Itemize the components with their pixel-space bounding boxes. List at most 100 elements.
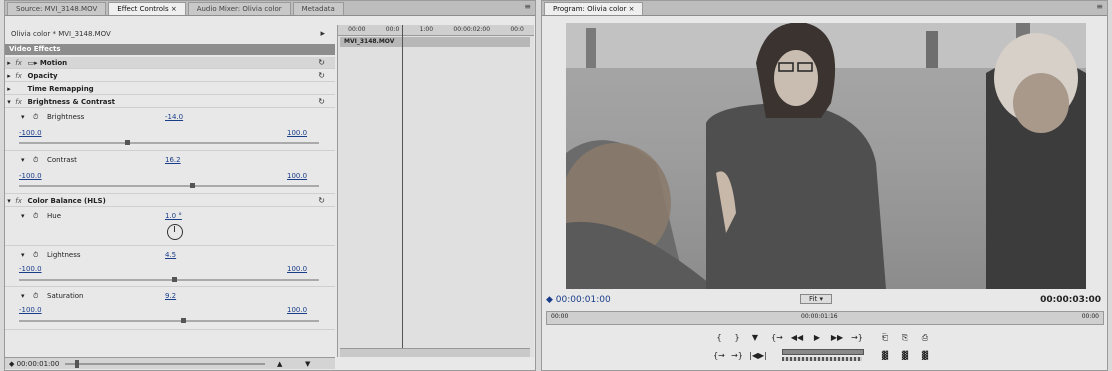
output-icon[interactable]: ▓	[898, 351, 912, 360]
stopwatch-icon[interactable]: ⏱	[33, 113, 38, 122]
stopwatch-icon[interactable]: ⏱	[33, 212, 38, 221]
stopwatch-icon[interactable]: ⏱	[33, 292, 38, 301]
show-timeline-icon[interactable]: ▸	[320, 25, 325, 43]
collapse-triangle-icon[interactable]: ▾	[21, 113, 25, 121]
fx-toggle-icon[interactable]: fx	[15, 70, 25, 82]
collapse-triangle-icon[interactable]: ▾	[21, 156, 25, 164]
effect-name: Color Balance (HLS)	[27, 197, 106, 205]
ruler-label: 00:0	[510, 26, 524, 33]
param-value[interactable]: -14.0	[165, 113, 183, 121]
fit-dropdown[interactable]: Fit ▾	[800, 294, 832, 304]
collapse-triangle-icon[interactable]: ▾	[5, 96, 13, 108]
ruler-label: 1:00	[419, 26, 434, 33]
footer-timecode[interactable]: ◆ 00:00:01:00	[9, 360, 59, 368]
ruler-label: 00:00	[348, 26, 366, 33]
clip-header: Olivia color * MVI_3148.MOV ▸	[5, 25, 335, 43]
tab-program[interactable]: Program: Olivia color ×	[544, 2, 644, 15]
zoom-handle[interactable]	[75, 360, 79, 368]
program-video-frame[interactable]	[566, 23, 1086, 289]
loop-icon[interactable]: →}	[730, 351, 744, 360]
effect-name: Motion	[39, 59, 68, 67]
step-forward-icon[interactable]: ▶▶	[830, 333, 844, 342]
effect-row-motion[interactable]: ▸ fx ▭▸ Motion ↻	[5, 57, 335, 69]
playhead[interactable]	[402, 25, 403, 357]
brightness-slider[interactable]	[19, 140, 319, 145]
stopwatch-icon[interactable]: ⏱	[33, 251, 38, 260]
collapse-triangle-icon[interactable]: ▾	[21, 292, 25, 300]
param-value[interactable]: 9.2	[165, 292, 176, 300]
tab-source[interactable]: Source: MVI_3148.MOV	[7, 2, 107, 15]
trim-monitor-icon[interactable]: ▓	[878, 351, 892, 360]
expand-triangle-icon[interactable]: ▸	[5, 57, 13, 69]
reset-icon[interactable]: ↻	[318, 70, 325, 82]
stopwatch-icon[interactable]: ⏱	[33, 156, 38, 165]
reset-icon[interactable]: ↻	[318, 57, 325, 69]
duration-timecode: 00:00:03:00	[1040, 295, 1101, 305]
slider-knob[interactable]	[172, 277, 177, 282]
contrast-slider[interactable]	[19, 183, 319, 188]
safe-margins-icon[interactable]: |◀▶|	[748, 351, 768, 360]
current-timecode[interactable]: ◆ 00:00:01:00	[546, 295, 611, 305]
fx-toggle-icon[interactable]: fx	[15, 96, 25, 108]
slider-knob[interactable]	[181, 318, 186, 323]
set-marker-icon[interactable]: ▼	[748, 333, 762, 342]
dial-needle	[174, 226, 175, 232]
extract-icon[interactable]: ⎘	[898, 333, 912, 343]
tab-audio-mixer[interactable]: Audio Mixer: Olivia color	[187, 2, 291, 15]
step-back-icon[interactable]: ◀◀	[790, 333, 804, 342]
param-value[interactable]: 4.5	[165, 251, 176, 259]
jog-wheel[interactable]	[782, 357, 862, 361]
tab-metadata[interactable]: Metadata	[292, 2, 344, 15]
timeline-ruler[interactable]: 00:00 00:0 1:00 00:00:02:00 00:0	[338, 25, 534, 36]
program-monitor-panel: Program: Olivia color × ≡ ◆ 00:00:01:00 …	[541, 0, 1108, 371]
video-still	[566, 23, 1086, 289]
go-to-out-icon[interactable]: →}	[850, 333, 864, 342]
settings-icon[interactable]: ▓	[918, 351, 932, 360]
timeline-scrollbar[interactable]	[340, 348, 530, 357]
video-effects-header: Video Effects	[5, 44, 335, 55]
collapse-triangle-icon[interactable]: ▾	[21, 251, 25, 259]
effect-row-color-balance[interactable]: ▾ fx Color Balance (HLS) ↻	[5, 195, 335, 207]
slider-max: 100.0	[287, 172, 308, 180]
timeline-clip[interactable]: MVI_3148.MOV	[340, 37, 530, 47]
mark-in-icon[interactable]: {	[712, 333, 726, 342]
param-value[interactable]: 1.0 °	[165, 212, 182, 220]
fx-toggle-icon[interactable]: fx	[15, 195, 25, 207]
panel-menu-icon[interactable]: ≡	[524, 2, 531, 11]
fx-toggle-icon[interactable]: fx	[15, 57, 25, 69]
param-value[interactable]: 16.2	[165, 156, 181, 164]
param-hue: ▾ ⏱ Hue 1.0 °	[5, 208, 335, 246]
expand-triangle-icon[interactable]: ▸	[5, 83, 13, 95]
filter-icon[interactable]: ▼	[305, 358, 310, 370]
play-icon[interactable]: ▶	[810, 333, 824, 342]
slider-knob[interactable]	[125, 140, 130, 145]
export-frame-icon[interactable]: ⎙	[918, 333, 932, 343]
collapse-triangle-icon[interactable]: ▾	[21, 212, 25, 220]
play-in-to-out-icon[interactable]: {→	[712, 351, 726, 360]
effect-row-brightness-contrast[interactable]: ▾ fx Brightness & Contrast ↻	[5, 96, 335, 108]
saturation-slider[interactable]	[19, 318, 319, 323]
zoom-slider[interactable]	[65, 360, 265, 368]
monitor-time-ruler[interactable]: 00:00 00:00:01:16 00:00	[546, 311, 1104, 325]
reset-icon[interactable]: ↻	[318, 96, 325, 108]
panel-menu-icon[interactable]: ≡	[1096, 2, 1103, 11]
panel-tabs: Source: MVI_3148.MOV Effect Controls × A…	[5, 1, 535, 16]
effect-row-opacity[interactable]: ▸ fx Opacity ↻	[5, 70, 335, 82]
tab-effect-controls[interactable]: Effect Controls ×	[108, 2, 186, 15]
slider-min: -100.0	[19, 129, 42, 137]
effect-timeline[interactable]: 00:00 00:0 1:00 00:00:02:00 00:0 MVI_314…	[337, 25, 534, 357]
hue-dial[interactable]	[167, 224, 183, 240]
reset-icon[interactable]: ↻	[318, 195, 325, 207]
shuttle-slider[interactable]	[782, 349, 864, 355]
effect-row-time-remapping[interactable]: ▸ Time Remapping	[5, 83, 335, 95]
mark-out-icon[interactable]: }	[730, 333, 744, 342]
zoom-in-icon[interactable]: ▲	[277, 358, 282, 370]
lift-icon[interactable]: ⎗	[878, 333, 892, 343]
slider-knob[interactable]	[190, 183, 195, 188]
slider-min: -100.0	[19, 265, 42, 273]
expand-triangle-icon[interactable]: ▸	[5, 70, 13, 82]
go-to-in-icon[interactable]: {→	[770, 333, 784, 342]
collapse-triangle-icon[interactable]: ▾	[5, 195, 13, 207]
effect-controls-panel: Source: MVI_3148.MOV Effect Controls × A…	[4, 0, 536, 371]
lightness-slider[interactable]	[19, 277, 319, 282]
